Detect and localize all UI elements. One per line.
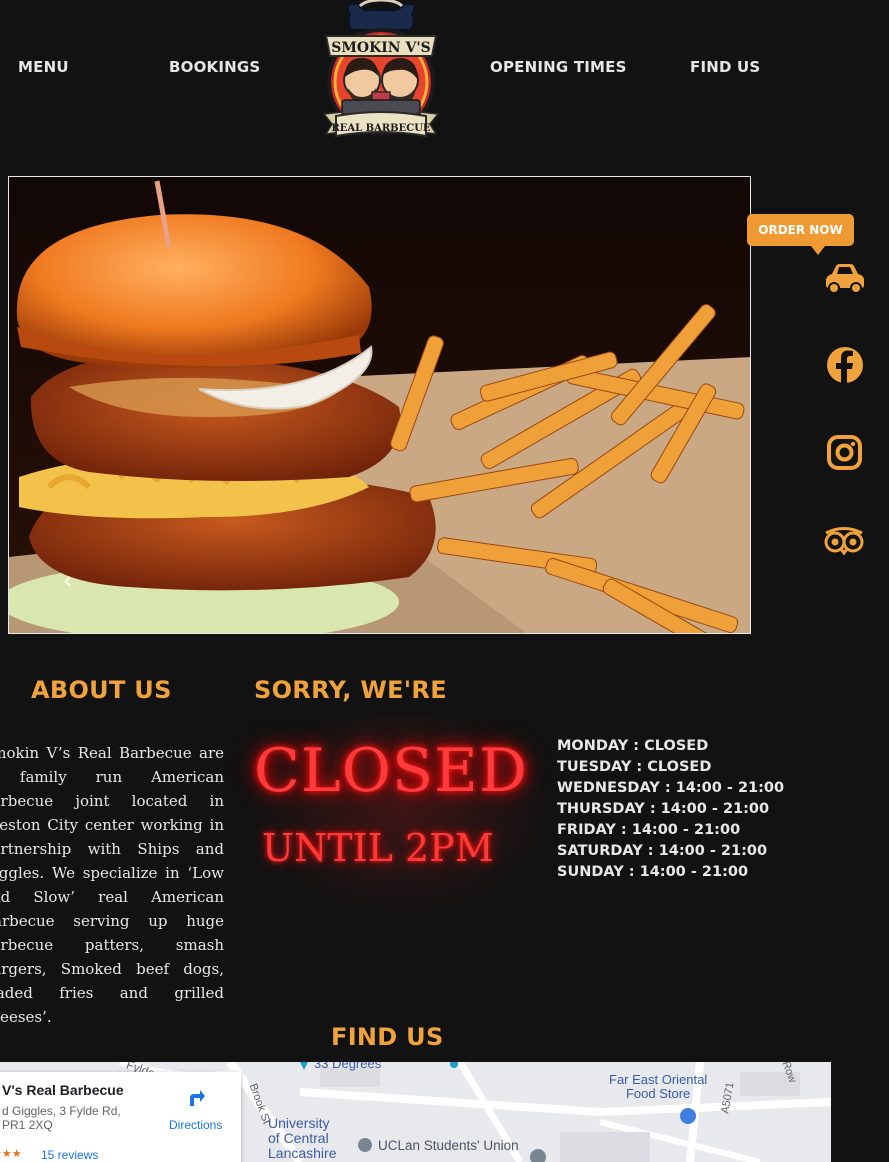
order-now-button[interactable]: ORDER NOW: [747, 214, 854, 255]
map-address-line1: d Giggles, 3 Fylde Rd,: [2, 1104, 121, 1118]
directions-icon[interactable]: [186, 1086, 206, 1112]
find-us-title: FIND US: [331, 1023, 444, 1051]
map-directions-link[interactable]: Directions: [169, 1118, 222, 1132]
status-title: SORRY, WE'RE: [254, 676, 447, 704]
map-place-card: V's Real Barbecue d Giggles, 3 Fylde Rd,…: [0, 1072, 241, 1162]
map-place-address: d Giggles, 3 Fylde Rd, PR1 2XQ: [2, 1104, 132, 1132]
logo-banner-text: REAL BARBECUE: [331, 123, 430, 134]
map-address-line2: PR1 2XQ: [2, 1118, 53, 1132]
nav-opening-times[interactable]: OPENING TIMES: [490, 58, 627, 76]
hours-row-wednesday: WEDNESDAY : 14:00 - 21:00: [557, 780, 785, 796]
nav-bookings[interactable]: BOOKINGS: [169, 58, 260, 76]
hours-row-thursday: THURSDAY : 14:00 - 21:00: [557, 801, 770, 817]
logo[interactable]: SMOKIN V'S REAL BARBECUE: [320, 0, 442, 146]
opening-hours-list: MONDAY : CLOSED TUESDAY : CLOSED WEDNESD…: [557, 736, 784, 883]
instagram-icon[interactable]: [820, 430, 868, 478]
map-label-students-union: UCLan Students' Union: [378, 1138, 519, 1153]
map-label-far-east: Far East Oriental Food Store: [609, 1072, 708, 1101]
map-reviews-link[interactable]: 15 reviews: [41, 1148, 98, 1162]
nav-find-us[interactable]: FIND US: [690, 58, 760, 76]
about-title: ABOUT US: [31, 676, 172, 704]
map-rating-stars-icon: ★★★: [0, 1147, 22, 1160]
about-text: Smokin V’s Real Barbecue are a family ru…: [0, 744, 224, 1026]
hours-row-monday: MONDAY : CLOSED: [557, 738, 709, 754]
map-label-33-degrees: 33 Degrees: [314, 1062, 382, 1071]
hours-row-saturday: SATURDAY : 14:00 - 21:00: [557, 843, 768, 859]
car-icon[interactable]: [820, 255, 868, 303]
closed-sign-text: CLOSED: [254, 736, 528, 806]
hours-row-tuesday: TUESDAY : CLOSED: [557, 759, 712, 775]
tripadvisor-icon[interactable]: [820, 518, 868, 566]
nav-menu[interactable]: MENU: [18, 58, 69, 76]
map-label-university: University of Central Lancashire: [268, 1115, 337, 1161]
hours-row-sunday: SUNDAY : 14:00 - 21:00: [557, 864, 749, 880]
facebook-icon[interactable]: [820, 342, 868, 390]
hours-row-friday: FRIDAY : 14:00 - 21:00: [557, 822, 741, 838]
hero-food-photo: [9, 177, 750, 633]
logo-graphic: SMOKIN V'S REAL BARBECUE: [322, 0, 440, 138]
map-place-name: V's Real Barbecue: [2, 1082, 124, 1098]
map-embed[interactable]: Fylde 33 Degrees Brook St University of …: [0, 1062, 831, 1162]
logo-top-text: SMOKIN V'S: [331, 40, 430, 56]
hero-prev-arrow[interactable]: ‹: [63, 569, 72, 594]
hero-image: ‹: [8, 176, 751, 634]
closed-until-text: UNTIL 2PM: [262, 826, 494, 870]
